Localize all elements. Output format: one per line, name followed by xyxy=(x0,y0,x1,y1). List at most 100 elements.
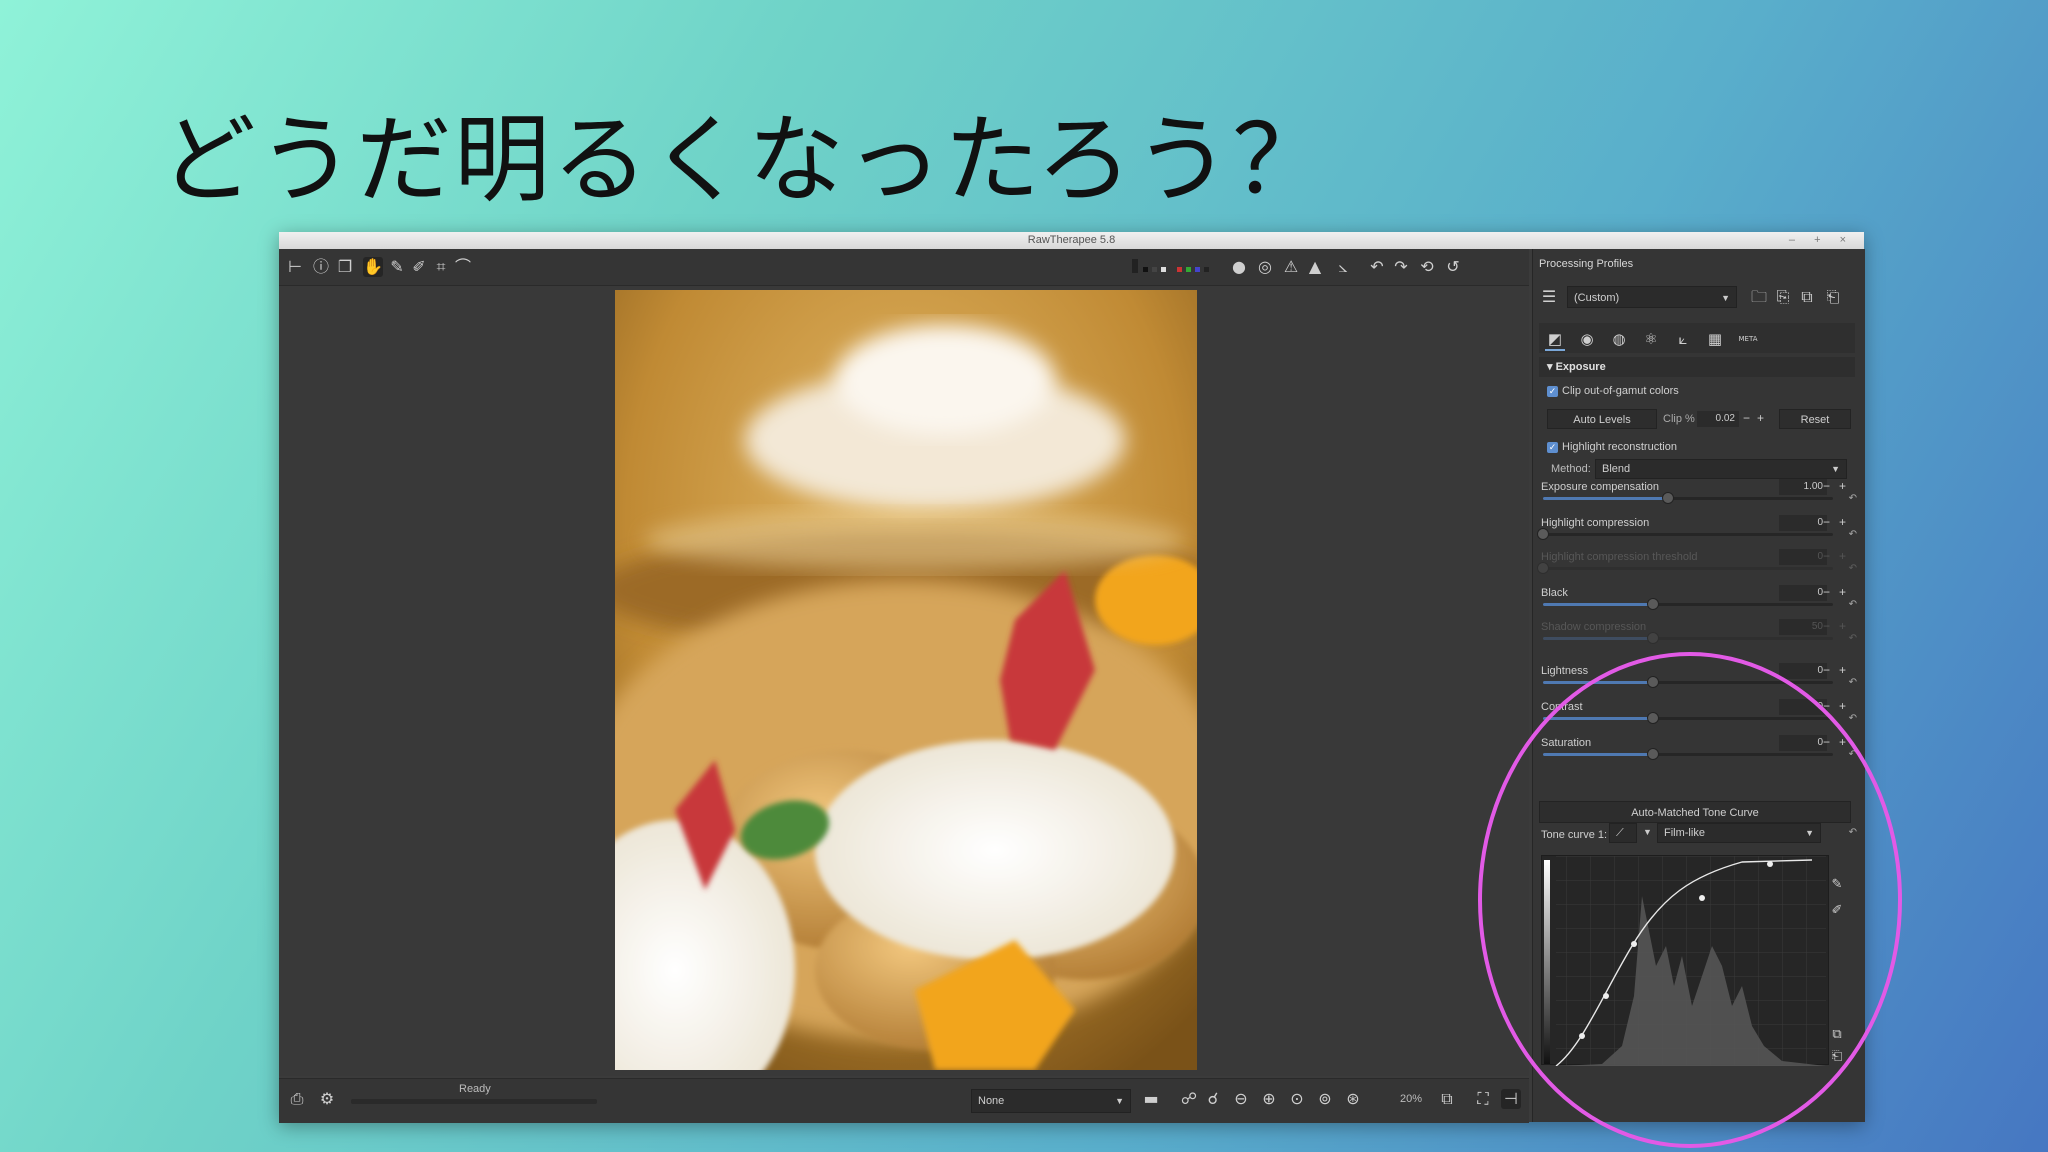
save-icon[interactable]: ⎙ xyxy=(287,1089,307,1109)
slider-minus-button[interactable]: − xyxy=(1823,585,1830,599)
rotate-right-icon[interactable]: ↷ xyxy=(1391,257,1411,277)
slider-plus-button[interactable]: + xyxy=(1839,515,1846,529)
panel-toggle-icon[interactable]: ⊢ xyxy=(285,257,305,277)
slider-minus-button[interactable]: − xyxy=(1823,549,1830,563)
preview-image[interactable] xyxy=(615,290,1197,1070)
slider-knob[interactable] xyxy=(1647,748,1660,760)
slider-track[interactable] xyxy=(1543,598,1833,610)
slider-plus-button[interactable]: + xyxy=(1839,735,1846,749)
color-picker-icon[interactable]: ✎ xyxy=(387,257,407,277)
pick-point-icon[interactable]: ✐ xyxy=(1827,901,1847,921)
save-profile-icon[interactable]: ⎘ xyxy=(1773,287,1793,307)
slider-reset-icon[interactable]: ↶ xyxy=(1849,713,1857,724)
profile-dropdown[interactable]: (Custom) ▼ xyxy=(1567,286,1737,308)
tab-exposure[interactable]: ◩ xyxy=(1545,329,1565,351)
tone-curve-mode-dropdown[interactable]: Film-like ▼ xyxy=(1657,823,1821,843)
slider-minus-button[interactable]: − xyxy=(1823,619,1830,633)
slider-knob[interactable] xyxy=(1647,598,1660,610)
highlight-reconstruction-row[interactable]: ✓ Highlight reconstruction xyxy=(1547,441,1863,453)
slider-value-input[interactable]: 1.00 xyxy=(1779,479,1827,495)
slider-value-input[interactable]: 0 xyxy=(1779,549,1827,565)
slider-knob[interactable] xyxy=(1661,492,1674,504)
slider-reset-icon[interactable]: ↶ xyxy=(1849,599,1857,610)
queue-icon[interactable]: ⚙ xyxy=(317,1089,337,1109)
slider-reset-icon[interactable]: ↶ xyxy=(1849,749,1857,760)
copy-icon[interactable]: ⧉ xyxy=(1797,287,1817,307)
slider-value-input[interactable]: 0 xyxy=(1779,585,1827,601)
slider-plus-button[interactable]: + xyxy=(1839,549,1846,563)
flip-vertical-icon[interactable]: ↺ xyxy=(1443,257,1463,277)
slider-reset-icon[interactable]: ↶ xyxy=(1849,677,1857,688)
slider-plus-button[interactable]: + xyxy=(1839,585,1846,599)
before-after-icon[interactable]: ❐ xyxy=(335,257,355,277)
slider-minus-button[interactable]: − xyxy=(1823,479,1830,493)
fullscreen-icon[interactable]: ⛶ xyxy=(1473,1089,1493,1109)
straighten-icon[interactable]: ⌒ xyxy=(453,257,473,277)
slider-track[interactable] xyxy=(1543,632,1833,644)
tab-transform[interactable]: ⟀ xyxy=(1673,329,1693,349)
slider-minus-button[interactable]: − xyxy=(1823,735,1830,749)
slider-knob[interactable] xyxy=(1647,676,1660,688)
flip-horizontal-icon[interactable]: ⟲ xyxy=(1417,257,1437,277)
profile-select[interactable]: None ▼ xyxy=(971,1089,1131,1113)
zoom-in-icon[interactable]: ⊕ xyxy=(1259,1089,1279,1109)
zoom-100-icon[interactable]: ⊚ xyxy=(1315,1089,1335,1109)
focus-mask-icon[interactable]: ● xyxy=(1229,257,1249,277)
slider-reset-icon[interactable]: ↶ xyxy=(1849,563,1857,574)
crop-icon[interactable]: ⌗ xyxy=(431,257,451,277)
slider-track[interactable] xyxy=(1537,562,1833,574)
slider-knob[interactable] xyxy=(1537,528,1549,540)
paste-curve-icon[interactable]: ⎗ xyxy=(1827,1047,1847,1067)
open-folder-icon[interactable]: 🗀 xyxy=(1749,287,1769,307)
slider-knob[interactable] xyxy=(1647,712,1660,724)
slider-track[interactable] xyxy=(1543,676,1833,688)
copy-profile-icon[interactable]: ▬ xyxy=(1141,1089,1161,1109)
tone-curve-editor[interactable] xyxy=(1541,855,1829,1067)
zoom-out-icon[interactable]: ⊖ xyxy=(1231,1089,1251,1109)
shadow-clip-icon[interactable]: ◎ xyxy=(1255,257,1275,277)
edit-node-icon[interactable]: ✎ xyxy=(1827,875,1847,895)
slider-reset-icon[interactable]: ↶ xyxy=(1849,493,1857,504)
copy-curve-icon[interactable]: ⧉ xyxy=(1827,1025,1847,1045)
graph-icon[interactable]: ⦣ xyxy=(1333,257,1353,277)
paste-icon[interactable]: ⎗ xyxy=(1823,287,1843,307)
slider-track[interactable] xyxy=(1543,748,1833,760)
preview-channel-toggles[interactable] xyxy=(1132,259,1222,277)
curve-reset-icon[interactable]: ↶ xyxy=(1849,827,1857,838)
tab-color[interactable]: ◍ xyxy=(1609,329,1629,349)
tab-advanced[interactable]: ⚛ xyxy=(1641,329,1661,349)
slider-value-input[interactable]: 0 xyxy=(1779,699,1827,715)
tab-detail[interactable]: ◉ xyxy=(1577,329,1597,349)
curve-type-button[interactable]: ⟋ xyxy=(1609,823,1637,843)
triangle-warning-icon[interactable]: ▲ xyxy=(1305,257,1325,277)
navigator-icon[interactable]: ☍ xyxy=(1179,1089,1199,1109)
new-window-icon[interactable]: ⧉ xyxy=(1437,1089,1457,1109)
slider-reset-icon[interactable]: ↶ xyxy=(1849,633,1857,644)
slider-plus-button[interactable]: + xyxy=(1839,699,1846,713)
image-editor-area[interactable] xyxy=(279,286,1529,1076)
zoom-fill-icon[interactable]: ⊛ xyxy=(1343,1089,1363,1109)
rotate-left-icon[interactable]: ↶ xyxy=(1367,257,1387,277)
clip-percent-input[interactable]: 0.02 xyxy=(1697,411,1739,427)
slider-track[interactable] xyxy=(1537,528,1833,540)
panel-right-toggle-icon[interactable]: ⊣ xyxy=(1501,1089,1521,1109)
slider-plus-button[interactable]: + xyxy=(1839,479,1846,493)
slider-value-input[interactable]: 0 xyxy=(1779,663,1827,679)
slider-minus-button[interactable]: − xyxy=(1823,699,1830,713)
method-dropdown[interactable]: Blend ▼ xyxy=(1595,459,1847,479)
slider-knob[interactable] xyxy=(1537,562,1549,574)
auto-levels-button[interactable]: Auto Levels xyxy=(1547,409,1657,429)
slider-minus-button[interactable]: − xyxy=(1823,663,1830,677)
clip-minus-button[interactable]: − xyxy=(1743,411,1750,425)
reset-button[interactable]: Reset xyxy=(1779,409,1851,429)
tab-raw[interactable]: ▦ xyxy=(1705,329,1725,349)
profile-list-icon[interactable]: ☰ xyxy=(1539,287,1559,307)
slider-value-input[interactable]: 50 xyxy=(1779,619,1827,635)
clip-gamut-checkbox[interactable]: ✓ xyxy=(1547,385,1558,397)
warning-icon[interactable]: ⚠ xyxy=(1281,257,1301,277)
slider-plus-button[interactable]: + xyxy=(1839,663,1846,677)
zoom-fit-icon[interactable]: ⊙ xyxy=(1287,1089,1307,1109)
tab-meta[interactable]: META xyxy=(1735,329,1761,349)
window-controls[interactable]: – + × xyxy=(1789,232,1854,249)
chevron-down-icon[interactable]: ▼ xyxy=(1643,827,1652,837)
